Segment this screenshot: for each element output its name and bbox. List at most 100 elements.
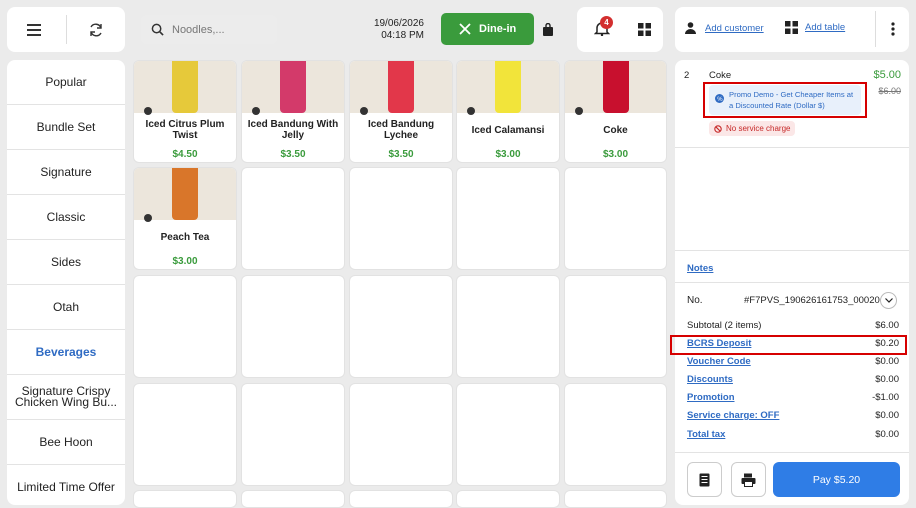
bcrs-highlight xyxy=(670,335,907,355)
no-service-charge-tag: No service charge xyxy=(709,121,796,136)
order-item-name: Coke xyxy=(709,70,732,81)
product-price: $4.50 xyxy=(172,149,198,160)
order-header: Add customer Add table xyxy=(675,7,909,52)
category-label: Sides xyxy=(50,254,82,269)
total-tax-link[interactable]: Total tax xyxy=(687,429,725,440)
empty-tile xyxy=(133,275,237,378)
category-label: Beverages xyxy=(35,344,97,359)
takeaway-bag-icon[interactable] xyxy=(534,13,562,45)
product-image xyxy=(134,61,236,115)
subtotal-label: Subtotal (2 items) xyxy=(687,320,762,331)
print-icon xyxy=(741,473,756,487)
prohibited-icon xyxy=(714,124,722,133)
product-price: $3.00 xyxy=(495,149,521,160)
category-otah[interactable]: Otah xyxy=(7,285,125,330)
dine-in-label: Dine-in xyxy=(479,23,517,35)
product-name: Peach Tea xyxy=(160,232,210,243)
discounts-link[interactable]: Discounts xyxy=(687,374,733,385)
search-placeholder: Noodles,... xyxy=(172,23,225,36)
table-grid-icon xyxy=(785,21,798,34)
category-label: Classic xyxy=(46,209,86,224)
refresh-icon[interactable] xyxy=(85,19,107,41)
promotion-link[interactable]: Promotion xyxy=(687,392,735,403)
product-price: $3.00 xyxy=(172,256,198,267)
category-limited-time-offer[interactable]: Limited Time Offer xyxy=(7,465,125,505)
category-popular[interactable]: Popular xyxy=(7,60,125,105)
category-bee-hoon[interactable]: Bee Hoon xyxy=(7,420,125,465)
product-image xyxy=(350,61,452,115)
category-label: Bee Hoon xyxy=(39,434,93,449)
category-label: Signature Crispy Chicken Wing Bu... xyxy=(14,384,118,409)
order-number: #F7PVS_190626161753_00020 xyxy=(744,295,880,306)
category-label: Limited Time Offer xyxy=(17,480,115,494)
order-panel: 2 Coke $5.00 $6.00 % Promo Demo - Get Ch… xyxy=(675,60,909,505)
voucher-code-link[interactable]: Voucher Code xyxy=(687,356,751,367)
category-beverages[interactable]: Beverages xyxy=(7,330,125,375)
empty-tile xyxy=(456,490,560,508)
receipt-button[interactable] xyxy=(687,462,722,497)
product-tile[interactable]: Iced Bandung Lychee $3.50 xyxy=(349,60,453,163)
category-bundle-set[interactable]: Bundle Set xyxy=(7,105,125,150)
notes-link[interactable]: Notes xyxy=(687,263,713,274)
category-signature[interactable]: Signature xyxy=(7,150,125,195)
empty-tile xyxy=(133,383,237,486)
add-table-label: Add table xyxy=(805,22,846,33)
product-image xyxy=(457,61,559,115)
split-bill-button[interactable] xyxy=(731,462,766,497)
dine-in-button[interactable]: Dine-in xyxy=(441,13,534,45)
grid-view-icon[interactable] xyxy=(633,18,655,40)
product-name: Iced Bandung Lychee xyxy=(367,119,435,141)
more-options-icon[interactable] xyxy=(885,19,901,39)
category-label: Signature xyxy=(40,164,92,179)
product-name: Coke xyxy=(603,125,628,136)
empty-tile xyxy=(241,275,345,378)
divider xyxy=(675,452,909,453)
product-image xyxy=(134,168,236,222)
product-tile[interactable]: Coke $3.00 xyxy=(564,60,667,163)
service-charge-value: $0.00 xyxy=(875,410,899,421)
menu-icon[interactable] xyxy=(23,19,45,41)
category-classic[interactable]: Classic xyxy=(7,195,125,240)
notification-badge: 4 xyxy=(600,16,613,29)
order-item-qty: 2 xyxy=(684,70,690,81)
add-table-button[interactable]: Add table xyxy=(785,21,845,34)
chevron-down-icon[interactable] xyxy=(880,292,897,309)
product-tile[interactable]: Peach Tea $3.00 xyxy=(133,167,237,270)
category-label: Bundle Set xyxy=(36,119,96,134)
product-tile[interactable]: Iced Bandung With Jelly $3.50 xyxy=(241,60,345,163)
divider xyxy=(875,11,876,47)
category-sides[interactable]: Sides xyxy=(7,240,125,285)
utensils-icon xyxy=(459,23,471,35)
voucher-value: $0.00 xyxy=(875,356,899,367)
tax-row: Total tax $0.00 xyxy=(687,429,899,440)
service-charge-link[interactable]: Service charge: OFF xyxy=(687,410,779,421)
order-item-price: $5.00 xyxy=(873,69,901,81)
search-icon xyxy=(151,23,164,36)
empty-tile xyxy=(349,490,453,508)
empty-tile xyxy=(241,383,345,486)
order-no-label: No. xyxy=(687,295,703,306)
promotion-value: -$1.00 xyxy=(872,392,899,403)
category-label: Popular xyxy=(45,74,87,89)
product-image xyxy=(242,61,344,115)
empty-tile xyxy=(133,490,237,508)
product-price: $3.00 xyxy=(602,149,629,160)
pay-button[interactable]: Pay $5.20 xyxy=(773,462,900,497)
subtotal-value: $6.00 xyxy=(875,320,899,331)
divider xyxy=(66,15,67,44)
empty-tile xyxy=(349,275,453,378)
divider xyxy=(675,282,909,283)
product-tile[interactable]: Iced Citrus Plum Twist $4.50 xyxy=(133,60,237,163)
product-price: $3.50 xyxy=(388,149,414,160)
empty-tile xyxy=(456,167,560,270)
promotion-row: Promotion -$1.00 xyxy=(687,392,899,403)
add-customer-label: Add customer xyxy=(705,22,764,34)
empty-tile xyxy=(564,275,667,378)
product-tile[interactable]: Iced Calamansi $3.00 xyxy=(456,60,560,163)
search-input[interactable]: Noodles,... xyxy=(141,15,277,44)
empty-tile xyxy=(564,167,667,270)
category-signature-crispy[interactable]: Signature Crispy Chicken Wing Bu... xyxy=(7,375,125,420)
add-customer-button[interactable]: Add customer xyxy=(685,22,764,34)
divider xyxy=(675,250,909,251)
top-left-controls xyxy=(7,7,125,52)
